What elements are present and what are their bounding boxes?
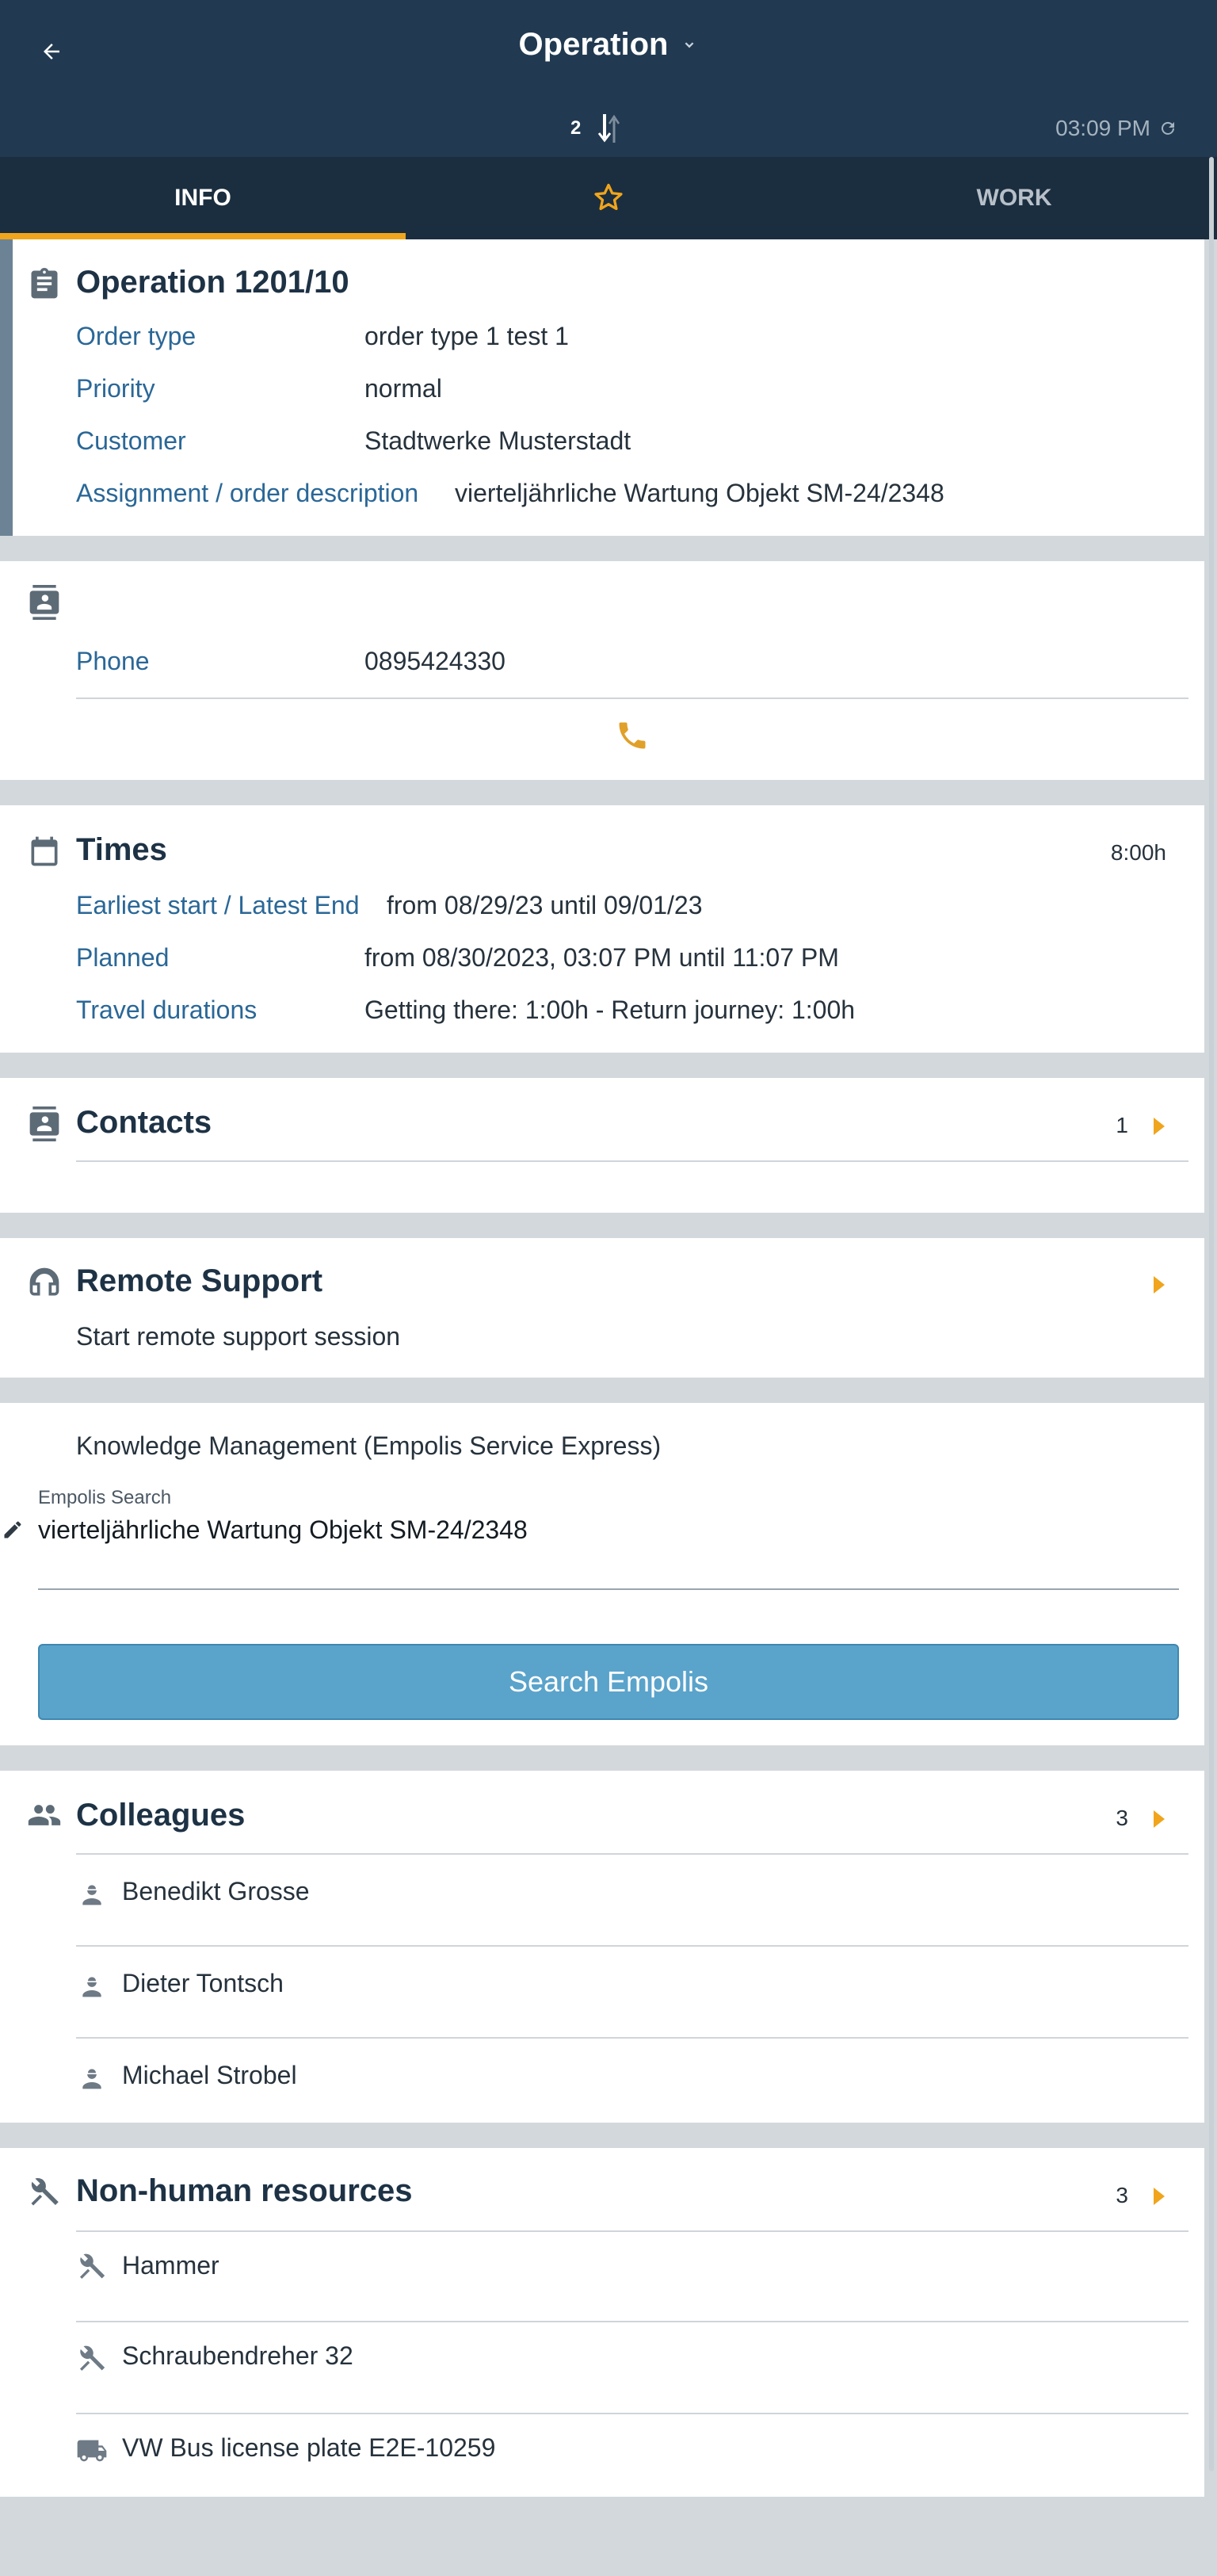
chevron-right-icon[interactable] [1150,1116,1168,1137]
calendar-icon [31,836,58,866]
divider [76,2321,1188,2322]
search-empolis-button[interactable]: Search Empolis [38,1644,1179,1720]
sync-arrows-icon[interactable] [596,113,623,144]
customer-value: Stadtwerke Musterstadt [364,426,631,455]
resources-count: 3 [1116,2183,1128,2207]
divider [76,1853,1188,1855]
times-title: Times [76,832,167,867]
refresh-icon[interactable] [1158,119,1177,138]
divider [76,2230,1188,2232]
clipboard-icon [31,267,58,299]
resources-card: Non-human resources 3 Hammer Schraubendr… [0,2148,1204,2497]
remote-support-title: Remote Support [76,1263,323,1298]
divider [76,2037,1188,2039]
chevron-right-icon[interactable] [1150,1275,1168,1295]
resource-name[interactable]: Schraubendreher 32 [122,2341,353,2371]
tab-work[interactable]: WORK [811,157,1217,239]
colleague-name[interactable]: Benedikt Grosse [122,1877,310,1906]
knowledge-card: Knowledge Management (Empolis Service Ex… [0,1403,1204,1745]
divider [76,698,1188,699]
worker-icon [82,1977,101,1997]
tools-icon [80,2345,105,2371]
customer-label: Customer [76,426,186,455]
card-accent [0,239,13,536]
description-value: vierteljährliche Wartung Objekt SM-24/23… [455,479,944,507]
clock-time: 03:09 PM [1055,116,1150,140]
phone-label: Phone [76,647,150,675]
tab-info[interactable]: INFO [0,157,406,239]
tools-icon [80,2253,105,2279]
phone-card: Phone 0895424330 [0,561,1204,780]
chevron-down-icon [685,41,694,48]
contacts-card[interactable]: Contacts 1 [0,1078,1204,1213]
contact-card-icon [29,1106,59,1141]
worker-icon [82,1885,101,1905]
planned-label: Planned [76,943,170,972]
colleagues-count: 3 [1116,1806,1128,1830]
earliest-latest-value: from 08/29/23 until 09/01/23 [387,891,703,919]
resource-name[interactable]: Hammer [122,2251,219,2280]
pencil-icon [4,1521,21,1538]
colleague-name[interactable]: Michael Strobel [122,2061,297,2090]
order-type-value: order type 1 test 1 [364,322,569,350]
pending-sync-count: 2 [570,117,582,139]
priority-label: Priority [76,374,155,403]
truck-icon [77,2440,107,2462]
empolis-search-label: Empolis Search [38,1487,172,1508]
divider [76,2413,1188,2414]
worker-icon [82,2069,101,2089]
chevron-right-icon[interactable] [1150,1809,1168,1829]
title-dropdown[interactable]: Operation [0,27,1217,63]
travel-label: Travel durations [76,996,258,1024]
search-input-underline [38,1588,1179,1590]
earliest-latest-label: Earliest start / Latest End [76,891,360,919]
order-type-label: Order type [76,322,196,350]
priority-value: normal [364,374,442,403]
people-icon[interactable] [27,1798,62,1833]
colleague-name[interactable]: Dieter Tontsch [122,1969,284,1998]
remote-support-card[interactable]: Remote Support Start remote support sess… [0,1238,1204,1378]
knowledge-title: Knowledge Management (Empolis Service Ex… [76,1431,662,1460]
colleagues-card: Colleagues 3 Benedikt Grosse Dieter Tont… [0,1771,1204,2123]
scrollbar[interactable] [1209,157,1214,2471]
travel-value: Getting there: 1:00h - Return journey: 1… [364,996,856,1024]
app-header: Operation 2 03:09 PM [0,0,1217,157]
contact-card-icon [29,585,59,620]
contacts-title: Contacts [76,1105,212,1140]
tab-favorites[interactable] [406,157,811,239]
resources-title: Non-human resources [76,2173,413,2208]
status-row: 2 03:09 PM [0,113,1217,144]
operation-card: Operation 1201/10 Order type order type … [0,239,1204,536]
planned-value: from 08/30/2023, 03:07 PM until 11:07 PM [364,943,839,972]
divider [76,1160,1188,1162]
times-card: Times 8:00h Earliest start / Latest End … [0,805,1204,1053]
phone-value: 0895424330 [364,647,505,675]
phone-call-icon[interactable] [615,718,650,753]
tools-icon[interactable] [27,2175,62,2210]
description-label: Assignment / order description [76,479,419,507]
clock: 03:09 PM [1055,116,1177,141]
empolis-search-input[interactable]: vierteljährliche Wartung Objekt SM-24/23… [38,1515,1179,1563]
chevron-right-icon[interactable] [1150,2186,1168,2207]
remote-support-link[interactable]: Start remote support session [76,1322,400,1351]
resource-name[interactable]: VW Bus license plate E2E-10259 [122,2433,495,2463]
tab-bar: INFO WORK [0,157,1217,239]
divider [76,1945,1188,1947]
operation-title: Operation 1201/10 [76,265,349,300]
colleagues-title: Colleagues [76,1798,246,1833]
headset-icon [29,1267,59,1296]
times-duration: 8:00h [1110,840,1166,865]
contacts-count: 1 [1116,1113,1128,1137]
star-icon [594,183,623,211]
page-title: Operation [518,27,669,62]
